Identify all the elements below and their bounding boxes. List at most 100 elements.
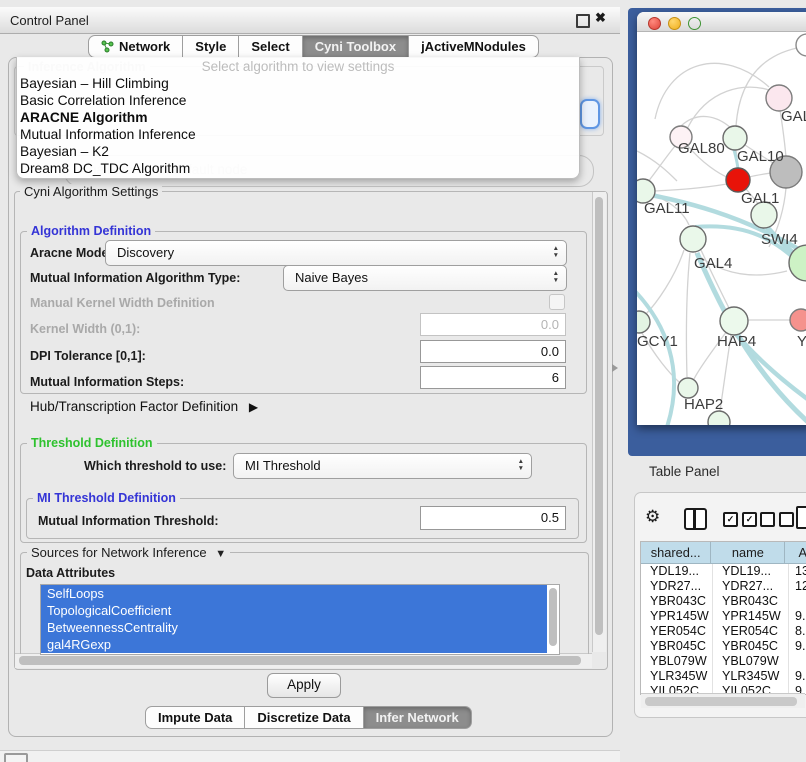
apply-button[interactable]: Apply xyxy=(267,673,341,698)
algorithm-option[interactable]: Bayesian – K2 xyxy=(17,143,579,160)
node-attribute-table[interactable]: shared... name A YDL19... YDL19... 13 YD… xyxy=(640,541,806,695)
tab-infer-network[interactable]: Infer Network xyxy=(364,706,472,729)
attribute-item-selected[interactable]: gal4RGexp xyxy=(41,636,547,653)
data-attributes-list[interactable]: SelfLoops TopologicalCoefficient Between… xyxy=(40,584,560,655)
node-gcy1[interactable] xyxy=(637,311,650,333)
network-window xyxy=(637,12,806,425)
column-header-shared[interactable]: shared... xyxy=(641,542,711,563)
attribute-item-selected[interactable]: SelfLoops xyxy=(41,585,547,602)
focused-spinner-fragment[interactable] xyxy=(580,99,600,129)
node-gal10[interactable] xyxy=(723,126,747,150)
minimized-panel-button[interactable] xyxy=(4,753,28,762)
algorithm-option[interactable]: Dream8 DC_TDC Algorithm xyxy=(17,160,579,177)
mi-algorithm-type-combobox[interactable]: Naive Bayes ▲▼ xyxy=(283,265,567,291)
attribute-item-selected[interactable]: TopologicalCoefficient xyxy=(41,602,547,619)
node-partial-top[interactable] xyxy=(796,34,806,56)
tab-network-label: Network xyxy=(119,36,170,57)
node-label-gal1: GAL1 xyxy=(741,190,779,207)
tab-cyni-toolbox[interactable]: Cyni Toolbox xyxy=(303,35,409,58)
aracne-mode-combobox[interactable]: Discovery ▲▼ xyxy=(105,240,567,266)
table-horizontal-scrollbar[interactable] xyxy=(641,693,805,708)
settings-horizontal-scrollbar-thumb[interactable] xyxy=(19,656,581,665)
data-attributes-label: Data Attributes xyxy=(26,566,115,580)
table-horizontal-scrollbar-thumb[interactable] xyxy=(645,697,797,706)
column-header-extra[interactable]: A xyxy=(785,542,806,563)
splitter-arrow-icon[interactable] xyxy=(612,364,618,372)
tab-select[interactable]: Select xyxy=(239,35,302,58)
import-table-icon[interactable] xyxy=(796,506,806,529)
algorithm-option[interactable]: Bayesian – Hill Climbing xyxy=(17,75,579,92)
node-partial-bottom[interactable] xyxy=(708,411,730,425)
attribute-list-scrollbar-thumb[interactable] xyxy=(549,588,557,646)
minimize-traffic-light-icon[interactable] xyxy=(668,17,681,30)
tab-style[interactable]: Style xyxy=(183,35,239,58)
algorithm-option[interactable]: Mutual Information Inference xyxy=(17,126,579,143)
node-label-gal10: GAL10 xyxy=(737,148,784,165)
network-canvas[interactable] xyxy=(637,31,806,425)
algorithm-dropdown-popup: Select algorithm to view settings Bayesi… xyxy=(16,57,580,179)
table-panel-title: Table Panel xyxy=(649,464,720,479)
which-threshold-combobox[interactable]: MI Threshold ▲▼ xyxy=(233,453,532,479)
node-label-gal7: GAL7 xyxy=(781,108,806,125)
node-y[interactable] xyxy=(790,309,806,331)
node-label-hap4: HAP4 xyxy=(717,333,756,350)
table-row[interactable]: YBR043C YBR043C xyxy=(641,594,806,609)
control-panel-tabs: Network Style Select Cyni Toolbox jActiv… xyxy=(88,35,539,58)
algorithm-option[interactable]: Basic Correlation Inference xyxy=(17,92,579,109)
gear-icon[interactable]: ⚙ xyxy=(645,507,660,527)
settings-horizontal-scrollbar[interactable] xyxy=(15,653,592,668)
aracne-mode-value: Discovery xyxy=(117,245,174,260)
select-all-icon[interactable]: ✓✓ xyxy=(723,512,757,527)
float-panel-icon[interactable] xyxy=(576,14,590,28)
node-label-hap2: HAP2 xyxy=(684,396,723,413)
tab-network[interactable]: Network xyxy=(88,35,183,58)
cyni-algorithm-settings-title: Cyni Algorithm Settings xyxy=(20,184,162,199)
node-gal4[interactable] xyxy=(680,226,706,252)
settings-vertical-scrollbar[interactable] xyxy=(592,192,606,652)
network-window-titlebar xyxy=(637,12,806,32)
close-panel-icon[interactable]: ✖ xyxy=(595,10,606,26)
node-gal1[interactable] xyxy=(726,168,750,192)
tab-jactivemnodules[interactable]: jActiveMNodules xyxy=(409,35,539,58)
mi-threshold-label: Mutual Information Threshold: xyxy=(38,514,219,528)
threshold-definition-title: Threshold Definition xyxy=(27,436,157,450)
close-traffic-light-icon[interactable] xyxy=(648,17,661,30)
table-row[interactable]: YBL079W YBL079W xyxy=(641,654,806,669)
table-row[interactable]: YDL19... YDL19... 13 xyxy=(641,564,806,579)
node-hap4[interactable] xyxy=(720,307,748,335)
table-row[interactable]: YDR27... YDR27... 12 xyxy=(641,579,806,594)
control-panel-titlebar: Control Panel ✖ xyxy=(0,7,620,34)
kernel-width-input[interactable]: 0.0 xyxy=(420,313,566,336)
mi-steps-input[interactable]: 6 xyxy=(420,366,566,389)
hub-definition-expander[interactable]: Hub/Transcription Factor Definition ▶ xyxy=(30,399,258,414)
dpi-tolerance-label: DPI Tolerance [0,1]: xyxy=(30,349,146,363)
node-label-gcy1: GCY1 xyxy=(637,333,678,350)
tab-discretize-data[interactable]: Discretize Data xyxy=(245,706,363,729)
combo-arrows-icon: ▲▼ xyxy=(518,458,524,472)
mi-algorithm-type-label: Mutual Information Algorithm Type: xyxy=(30,271,240,285)
sources-title-row[interactable]: Sources for Network Inference ▼ xyxy=(27,545,230,560)
mi-steps-label: Mutual Information Steps: xyxy=(30,375,184,389)
which-threshold-label: Which threshold to use: xyxy=(84,459,226,473)
table-row[interactable]: YLR345W YLR345W 9. xyxy=(641,669,806,684)
attribute-item-selected[interactable]: BetweennessCentrality xyxy=(41,619,547,636)
column-header-name[interactable]: name xyxy=(711,542,785,563)
settings-vertical-scrollbar-thumb[interactable] xyxy=(595,197,603,635)
mi-threshold-input[interactable]: 0.5 xyxy=(420,506,566,530)
tab-select-label: Select xyxy=(251,36,289,57)
table-row[interactable]: YPR145W YPR145W 9. xyxy=(641,609,806,624)
dpi-tolerance-input[interactable]: 0.0 xyxy=(420,340,566,363)
table-row[interactable]: YBR045C YBR045C 9. xyxy=(641,639,806,654)
table-row[interactable]: YER054C YER054C 8. xyxy=(641,624,806,639)
manual-kernel-width-checkbox[interactable] xyxy=(549,294,565,310)
algorithm-option-selected[interactable]: ARACNE Algorithm xyxy=(17,109,579,126)
manual-kernel-width-label: Manual Kernel Width Definition xyxy=(30,296,215,310)
collapse-down-icon: ▼ xyxy=(215,548,226,560)
node-hap2[interactable] xyxy=(678,378,698,398)
zoom-traffic-light-icon[interactable] xyxy=(688,17,701,30)
tab-impute-data[interactable]: Impute Data xyxy=(145,706,245,729)
node-label-y: Y xyxy=(797,333,806,350)
tab-impute-data-label: Impute Data xyxy=(158,707,232,728)
column-visibility-icon[interactable] xyxy=(684,508,707,530)
deselect-all-icon[interactable] xyxy=(760,512,794,527)
